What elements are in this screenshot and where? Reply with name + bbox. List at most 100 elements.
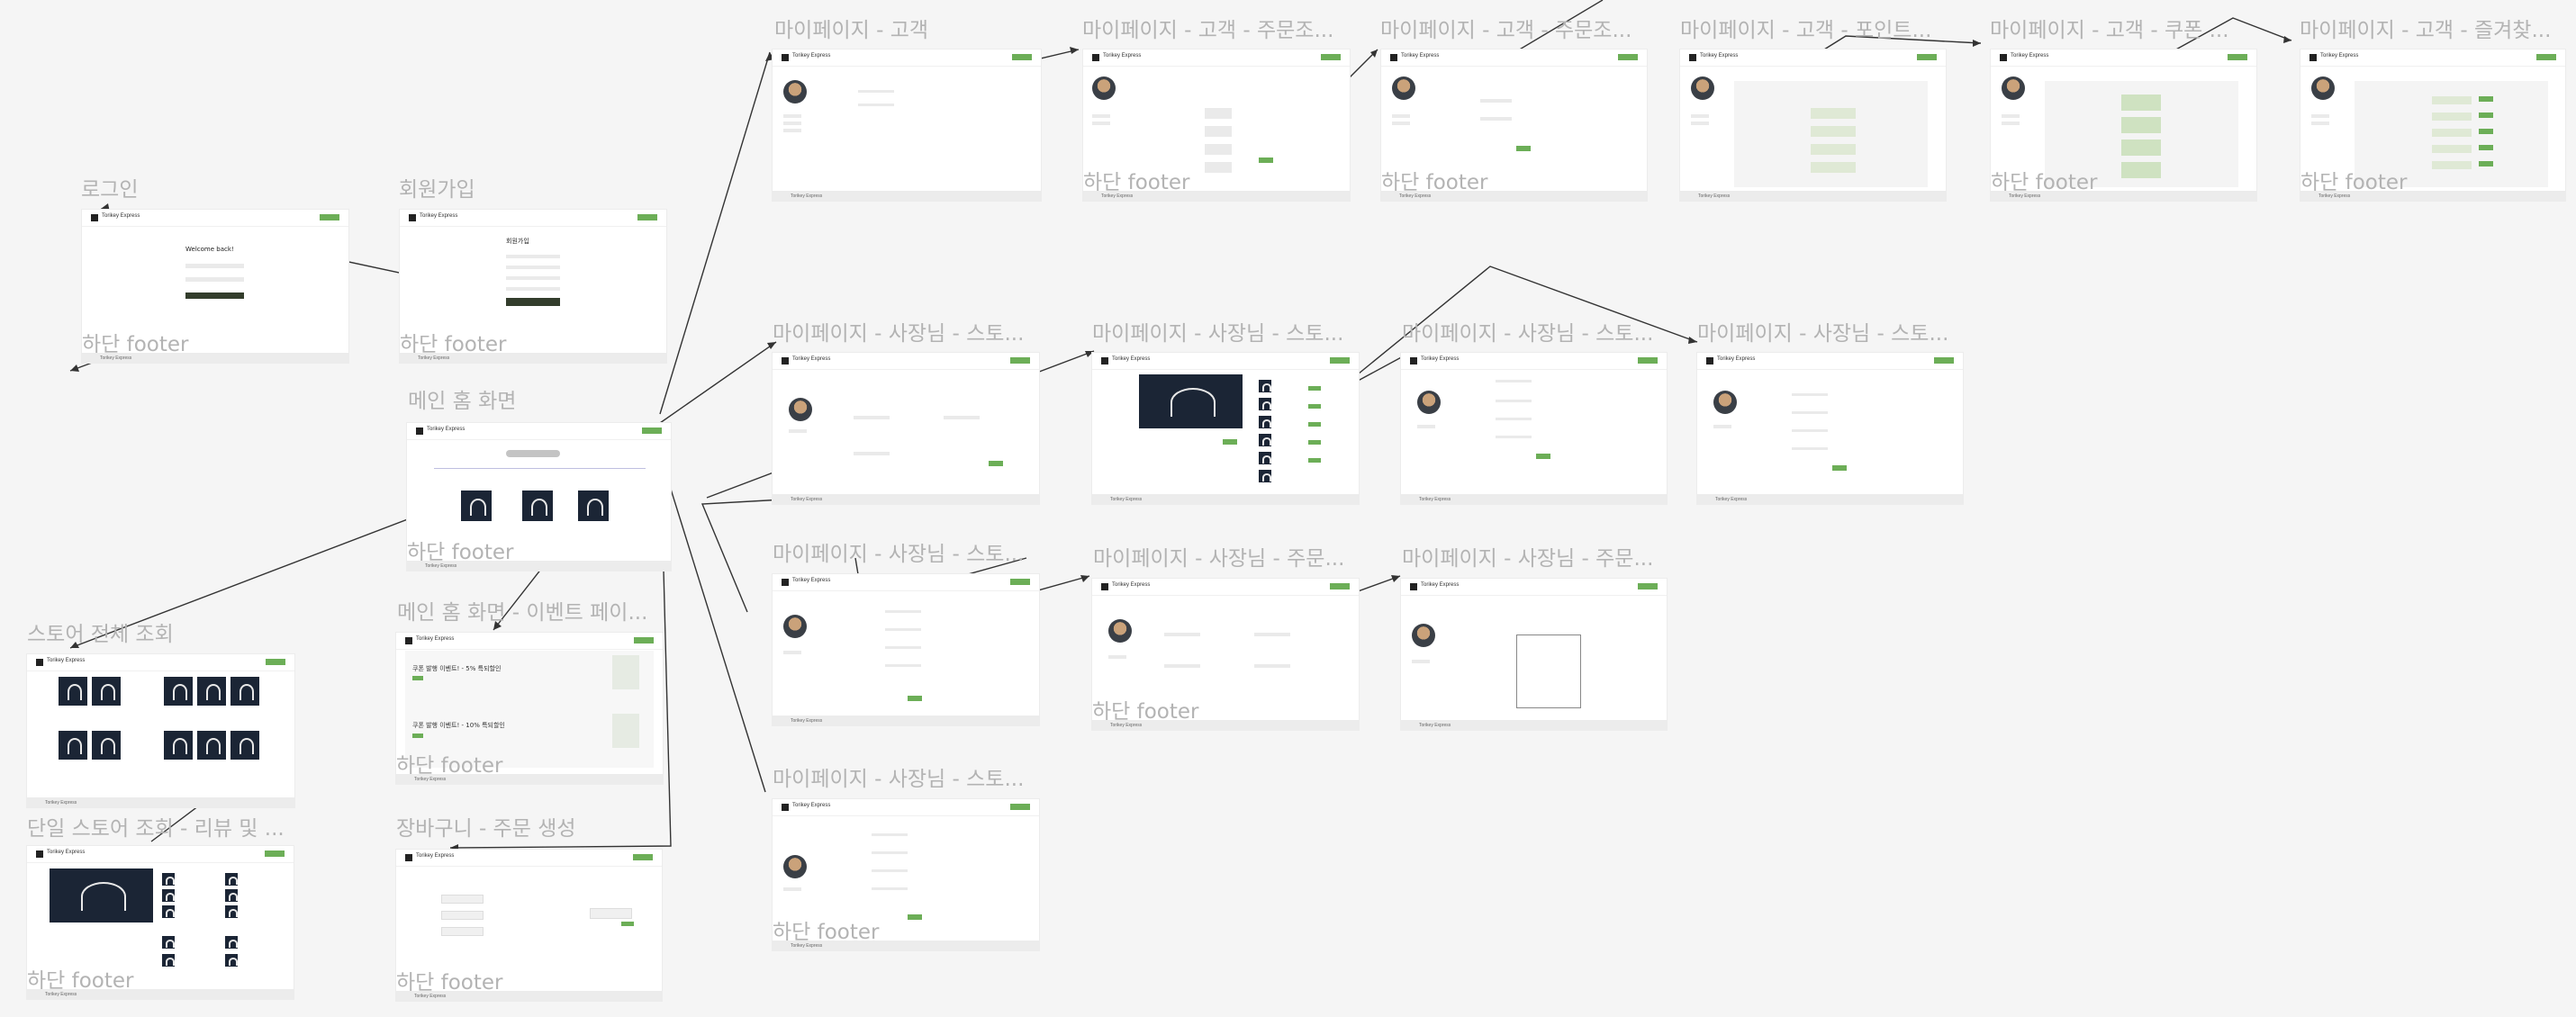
cart-item[interactable] (441, 895, 484, 904)
signup-field[interactable] (506, 287, 560, 291)
favorite-action[interactable] (2479, 129, 2493, 134)
menu-tile[interactable] (162, 889, 175, 902)
menu-item[interactable] (783, 651, 801, 654)
email-input[interactable] (185, 264, 244, 268)
signup-field[interactable] (506, 276, 560, 280)
event-button[interactable] (412, 676, 423, 680)
save-button[interactable] (1536, 454, 1550, 459)
edit-button[interactable] (1223, 439, 1237, 445)
cart-item[interactable] (441, 911, 484, 920)
form-field[interactable] (1496, 400, 1532, 402)
menu-item[interactable] (1417, 425, 1435, 428)
frame-mypage-customer-points[interactable]: Torikey Express Torikey Express (1680, 50, 1946, 201)
header-button[interactable] (1638, 583, 1658, 590)
menu-item[interactable] (2002, 114, 2020, 118)
menu-item[interactable] (2002, 122, 2020, 125)
coupon-card[interactable] (2121, 117, 2161, 133)
header-button[interactable] (265, 850, 285, 857)
save-button[interactable] (908, 914, 922, 920)
header-button[interactable] (1330, 357, 1350, 364)
menu-tile[interactable] (225, 936, 238, 949)
menu-action[interactable] (1308, 458, 1321, 463)
form-field[interactable] (1792, 447, 1828, 450)
form-field[interactable] (1792, 393, 1828, 396)
header-button[interactable] (1330, 583, 1350, 590)
menu-tile[interactable] (1259, 398, 1271, 410)
header-button[interactable] (634, 637, 654, 644)
menu-item[interactable] (2311, 114, 2329, 118)
menu-tile[interactable] (162, 873, 175, 886)
form-field[interactable] (872, 869, 908, 872)
event-button[interactable] (412, 734, 423, 738)
menu-item[interactable] (1108, 655, 1126, 659)
menu-item[interactable] (1392, 122, 1410, 125)
frame-owner-store-6[interactable]: Torikey Express 하단 footer Torikey Expres… (773, 799, 1039, 950)
form-field[interactable] (1496, 418, 1532, 420)
menu-tile[interactable] (1259, 380, 1271, 392)
menu-tile[interactable] (1259, 434, 1271, 446)
favorite-store[interactable] (2432, 112, 2472, 121)
frame-mypage-customer-orders[interactable]: Torikey Express 하단 footer Torikey Expres… (1083, 50, 1350, 201)
form-field[interactable] (1496, 436, 1532, 438)
menu-item[interactable] (1691, 114, 1709, 118)
menu-tile[interactable] (162, 905, 175, 918)
store-tile[interactable] (522, 490, 553, 521)
menu-action[interactable] (1308, 404, 1321, 409)
store-tile[interactable] (92, 677, 121, 706)
store-tile[interactable] (59, 677, 87, 706)
frame-store-single[interactable]: Torikey Express 하단 footer Torikey Expres… (27, 846, 294, 999)
menu-item[interactable] (783, 122, 801, 125)
frame-mypage-customer-coupons[interactable]: Torikey Express 하단 footer Torikey Expres… (1991, 50, 2256, 201)
favorite-action[interactable] (2479, 112, 2493, 118)
menu-tile[interactable] (162, 954, 175, 967)
menu-action[interactable] (1308, 422, 1321, 427)
menu-action[interactable] (1308, 440, 1321, 445)
order-card[interactable] (1254, 664, 1290, 668)
order-button[interactable] (621, 922, 634, 926)
store-option[interactable] (854, 452, 890, 455)
order-card[interactable] (1164, 664, 1200, 668)
favorite-action[interactable] (2479, 145, 2493, 150)
search-bar[interactable] (506, 450, 560, 457)
store-tile[interactable] (164, 677, 193, 706)
favorite-action[interactable] (2479, 96, 2493, 102)
form-field[interactable] (885, 664, 921, 667)
header-button[interactable] (1321, 54, 1341, 60)
frame-owner-store-4[interactable]: Torikey Express Torikey Express (1697, 353, 1963, 504)
header-button[interactable] (320, 214, 339, 220)
frame-signup[interactable]: Torikey Express 회원가입 하단 footer Torikey E… (400, 210, 666, 363)
submit-button[interactable] (989, 461, 1003, 466)
menu-tile[interactable] (1259, 470, 1271, 482)
form-field[interactable] (885, 628, 921, 631)
form-field[interactable] (872, 833, 908, 836)
header-button[interactable] (2536, 54, 2556, 60)
header-button[interactable] (1010, 357, 1030, 364)
login-button[interactable] (185, 292, 244, 299)
header-button[interactable] (1010, 579, 1030, 585)
frame-owner-order-1[interactable]: Torikey Express 하단 footer Torikey Expres… (1092, 579, 1359, 730)
favorite-store[interactable] (2432, 161, 2472, 169)
order-card[interactable] (1254, 633, 1290, 636)
store-tile[interactable] (164, 731, 193, 760)
frame-login[interactable]: Torikey Express Welcome back! 하단 footer … (82, 210, 348, 363)
frame-main-event[interactable]: Torikey Express 쿠폰 발행 이벤트! - 5% 특되할인 쿠폰 … (396, 633, 663, 784)
frame-cart-order[interactable]: Torikey Express 하단 footer Torikey Expres… (396, 850, 662, 1001)
signup-field[interactable] (506, 266, 560, 269)
store-tile[interactable] (92, 731, 121, 760)
header-button[interactable] (266, 659, 285, 665)
order-button[interactable] (1259, 158, 1273, 163)
category-slider[interactable] (434, 468, 646, 469)
form-field[interactable] (885, 610, 921, 613)
menu-tile[interactable] (225, 905, 238, 918)
store-tile[interactable] (230, 677, 259, 706)
header-button[interactable] (1934, 357, 1954, 364)
menu-item[interactable] (783, 887, 801, 891)
store-tile[interactable] (197, 677, 226, 706)
menu-item[interactable] (1691, 122, 1709, 125)
frame-owner-order-2[interactable]: Torikey Express Torikey Express (1401, 579, 1667, 730)
frame-owner-store-2[interactable]: Torikey Express Torikey Express (1092, 353, 1359, 504)
signup-field[interactable] (506, 255, 560, 258)
menu-item[interactable] (1092, 122, 1110, 125)
menu-item[interactable] (1392, 114, 1410, 118)
favorite-store[interactable] (2432, 96, 2472, 104)
